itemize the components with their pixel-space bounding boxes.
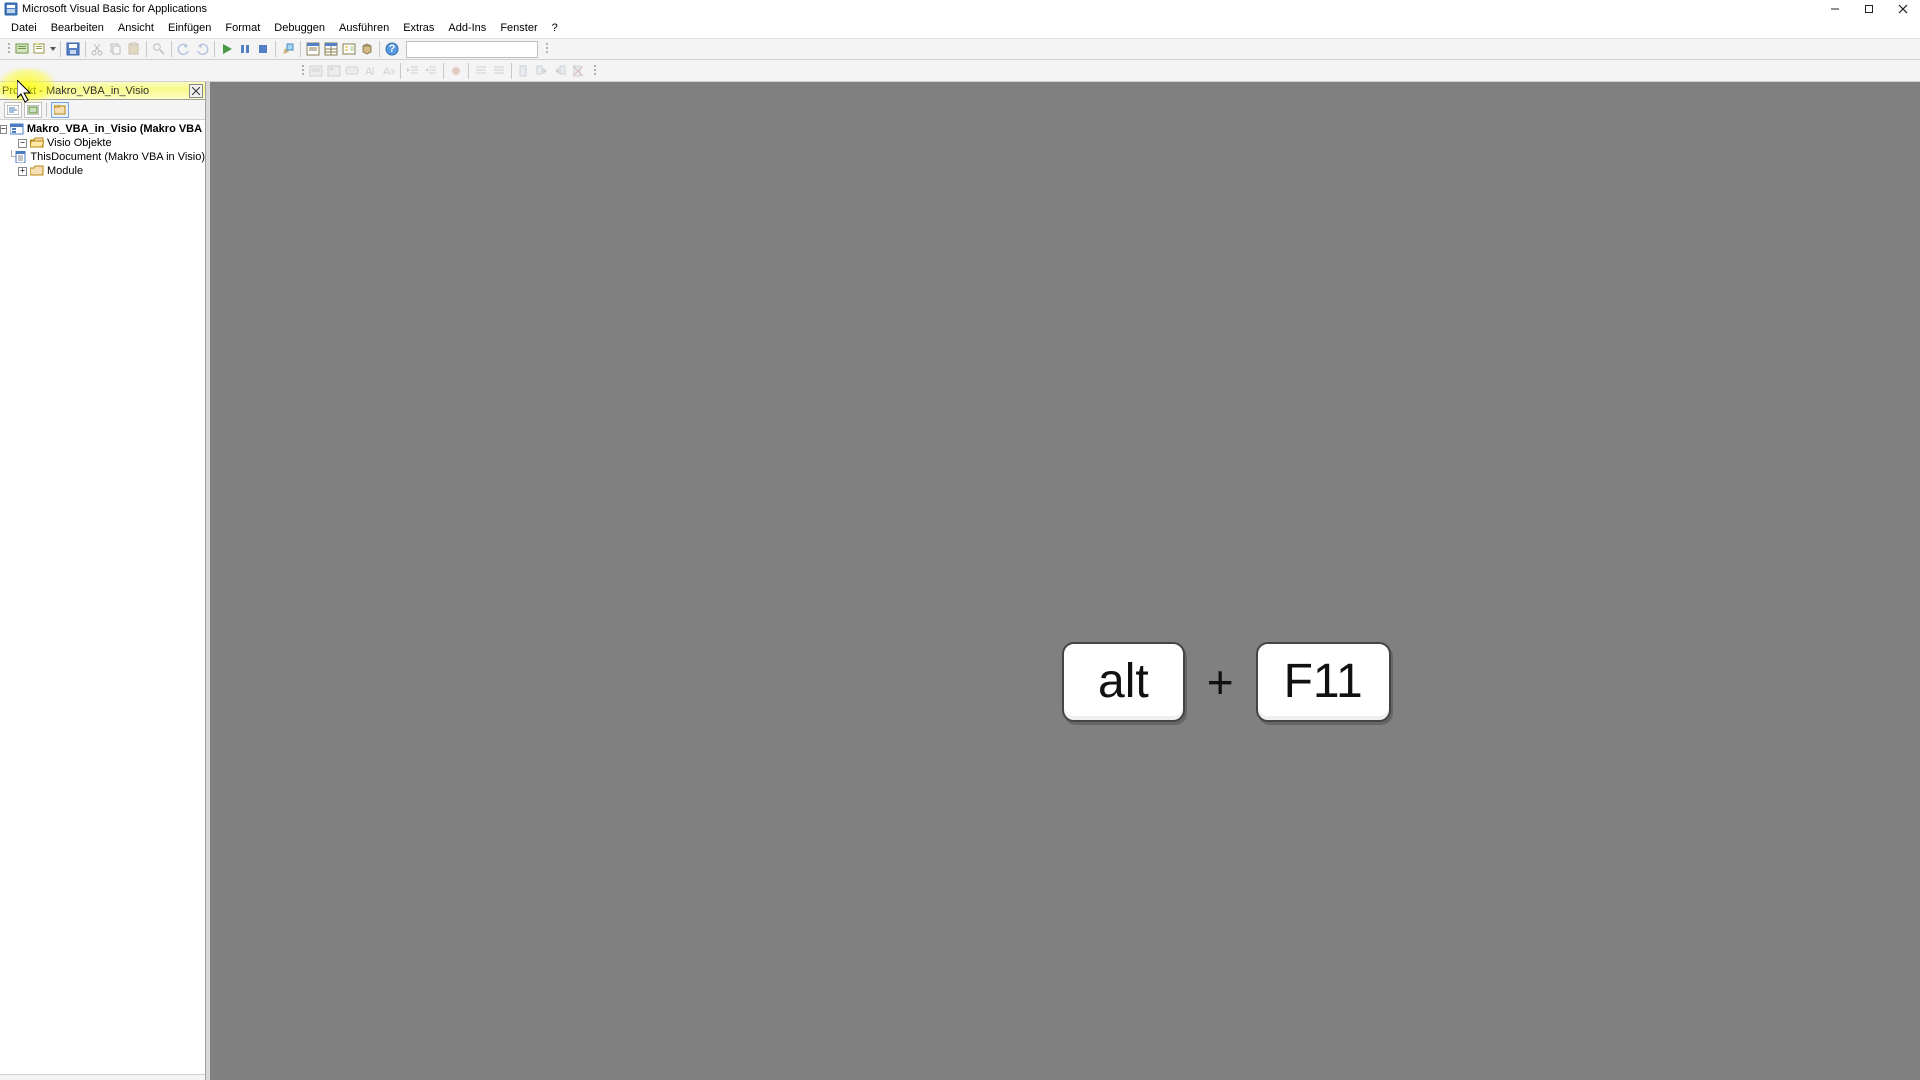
project-pane-title: Projekt - Makro_VBA_in_Visio <box>2 85 189 97</box>
minimize-button[interactable] <box>1818 0 1852 18</box>
menu-debug[interactable]: Debuggen <box>267 20 332 36</box>
tree-modules-folder[interactable]: + Module <box>0 164 205 178</box>
project-pane-close-button[interactable] <box>189 84 203 98</box>
menu-insert[interactable]: Einfügen <box>161 20 218 36</box>
cut-icon[interactable] <box>90 41 106 57</box>
menu-format[interactable]: Format <box>218 20 267 36</box>
mdi-client-area: alt + F11 <box>210 82 1920 1080</box>
help-icon[interactable]: ? <box>384 41 400 57</box>
breakpoint-icon <box>448 63 464 79</box>
project-pane-toolbar <box>0 100 205 120</box>
tree-visio-objects-folder[interactable]: − Visio Objekte <box>0 136 205 150</box>
quick-info-icon <box>344 63 360 79</box>
design-mode-icon[interactable] <box>280 41 296 57</box>
menu-help[interactable]: ? <box>545 20 565 36</box>
paste-icon[interactable] <box>126 41 142 57</box>
plus-symbol: + <box>1207 655 1234 709</box>
view-host-icon[interactable] <box>14 41 30 57</box>
object-browser-icon[interactable] <box>341 41 357 57</box>
outdent-icon <box>423 63 439 79</box>
menubar: Datei Bearbeiten Ansicht Einfügen Format… <box>0 18 1920 38</box>
maximize-button[interactable] <box>1852 0 1886 18</box>
standard-toolbar: ? <box>0 38 1920 60</box>
expand-icon[interactable]: + <box>18 167 27 176</box>
tree-thisdocument-label: ThisDocument (Makro VBA in Visio) <box>30 151 205 163</box>
list-constants-icon <box>326 63 342 79</box>
line-col-box <box>406 41 538 58</box>
undo-icon[interactable] <box>176 41 192 57</box>
project-icon <box>10 123 24 135</box>
keycap-f11: F11 <box>1256 642 1391 722</box>
redo-icon[interactable] <box>194 41 210 57</box>
menu-edit[interactable]: Bearbeiten <box>44 20 111 36</box>
reset-icon[interactable] <box>255 41 271 57</box>
comment-block-icon <box>473 63 489 79</box>
save-icon[interactable] <box>65 41 81 57</box>
main-area: Projekt - Makro_VBA_in_Visio − Makro_VBA… <box>0 82 1920 1080</box>
svg-text:A»: A» <box>383 66 395 78</box>
window-title: Microsoft Visual Basic for Applications <box>22 3 1818 15</box>
folder-open-icon <box>30 137 44 149</box>
parameter-info-icon: A <box>362 63 378 79</box>
toolbox-icon[interactable] <box>359 41 375 57</box>
svg-text:A: A <box>365 66 373 78</box>
titlebar: Microsoft Visual Basic for Applications <box>0 0 1920 18</box>
insert-object-dropdown[interactable] <box>50 41 56 57</box>
project-explorer-icon[interactable] <box>305 41 321 57</box>
menu-addins[interactable]: Add-Ins <box>441 20 493 36</box>
shortcut-overlay: alt + F11 <box>1062 642 1391 722</box>
menu-view[interactable]: Ansicht <box>111 20 161 36</box>
next-bookmark-icon <box>534 63 550 79</box>
keycap-alt: alt <box>1062 642 1185 722</box>
toolbar-end-grip[interactable] <box>544 40 550 58</box>
project-pane-status <box>0 1074 205 1080</box>
menu-run[interactable]: Ausführen <box>332 20 396 36</box>
app-icon <box>4 2 18 16</box>
menu-window[interactable]: Fenster <box>493 20 544 36</box>
edit-toolbar-grip[interactable] <box>300 62 306 80</box>
insert-object-icon[interactable] <box>32 41 48 57</box>
toggle-bookmark-icon <box>516 63 532 79</box>
prev-bookmark-icon <box>552 63 568 79</box>
tree-root-label: Makro_VBA_in_Visio (Makro VBA in Visio) <box>27 123 205 135</box>
copy-icon[interactable] <box>108 41 124 57</box>
break-icon[interactable] <box>237 41 253 57</box>
tree-root-project[interactable]: − Makro_VBA_in_Visio (Makro VBA in Visio… <box>0 122 205 136</box>
toggle-folders-icon[interactable] <box>51 102 69 118</box>
tree-thisdocument[interactable]: └ ThisDocument (Makro VBA in Visio) <box>0 150 205 164</box>
view-code-icon[interactable] <box>4 102 22 118</box>
close-button[interactable] <box>1886 0 1920 18</box>
indent-icon <box>405 63 421 79</box>
project-pane-header[interactable]: Projekt - Makro_VBA_in_Visio <box>0 82 205 100</box>
folder-closed-icon <box>30 165 44 177</box>
edit-toolbar-end-grip[interactable] <box>592 62 598 80</box>
view-object-icon[interactable] <box>24 102 42 118</box>
toolbar-grip[interactable] <box>6 40 12 58</box>
menu-tools[interactable]: Extras <box>396 20 441 36</box>
document-icon <box>15 151 27 163</box>
tree-modules-label: Module <box>47 165 83 177</box>
uncomment-block-icon <box>491 63 507 79</box>
tree-visio-objects-label: Visio Objekte <box>47 137 112 149</box>
project-explorer-pane: Projekt - Makro_VBA_in_Visio − Makro_VBA… <box>0 82 206 1080</box>
find-icon[interactable] <box>151 41 167 57</box>
list-properties-icon <box>308 63 324 79</box>
svg-text:?: ? <box>389 43 396 55</box>
window-controls <box>1818 0 1920 18</box>
edit-toolbar: A A» <box>0 60 1920 82</box>
properties-window-icon[interactable] <box>323 41 339 57</box>
complete-word-icon: A» <box>380 63 396 79</box>
collapse-icon[interactable]: − <box>0 125 7 134</box>
clear-bookmarks-icon <box>570 63 586 79</box>
menu-file[interactable]: Datei <box>4 20 44 36</box>
run-icon[interactable] <box>219 41 235 57</box>
project-tree[interactable]: − Makro_VBA_in_Visio (Makro VBA in Visio… <box>0 120 205 1074</box>
collapse-icon[interactable]: − <box>18 139 27 148</box>
